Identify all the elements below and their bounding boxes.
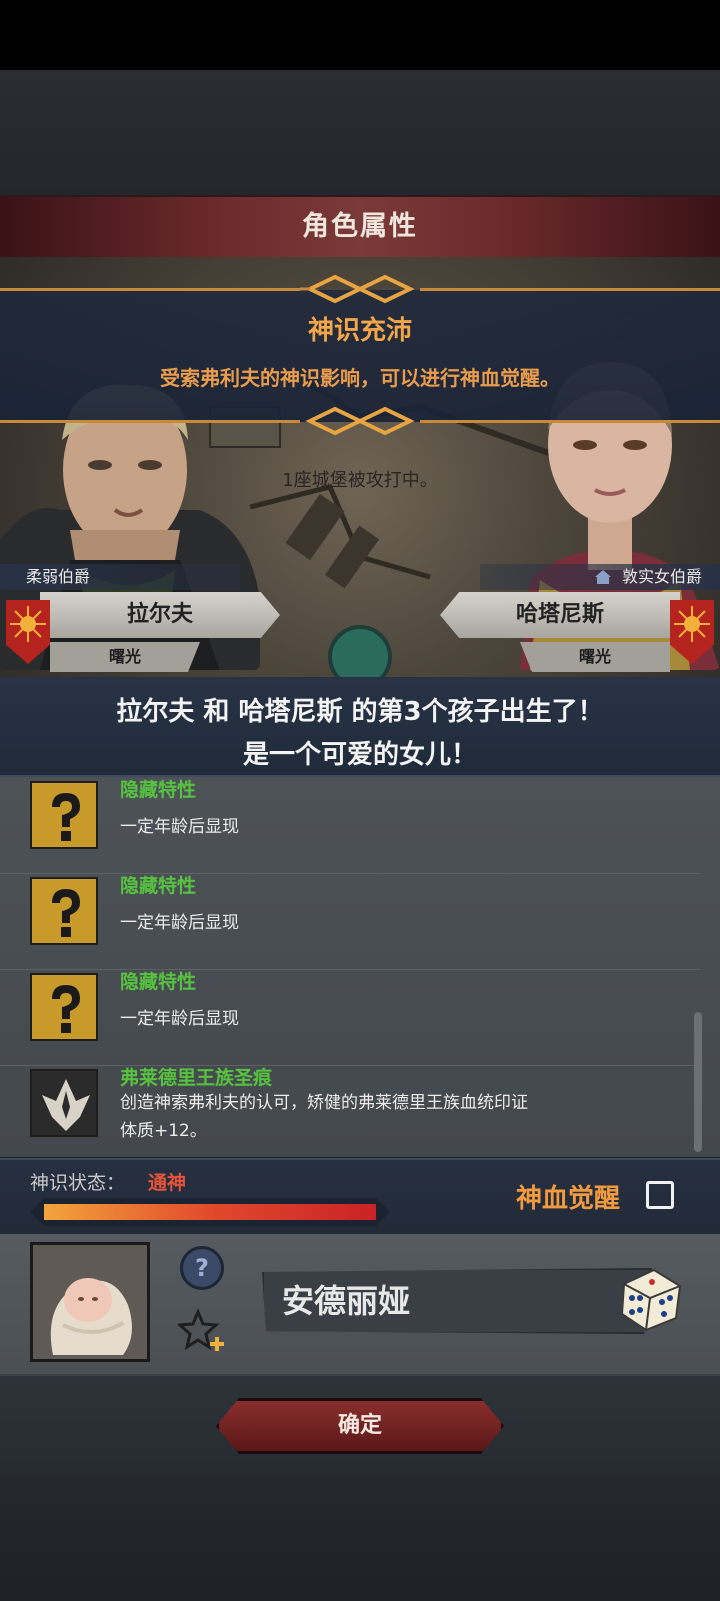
announcement-line-2: 是一个可爱的女儿！ <box>242 740 477 770</box>
status-progress-fill <box>44 1204 376 1220</box>
trait-description: 一定年龄后显现 <box>120 913 239 933</box>
dice-icon[interactable] <box>614 1262 686 1334</box>
question-icon <box>30 973 98 1041</box>
status-bar <box>0 0 720 70</box>
trait-name: 隐藏特性 <box>120 875 197 897</box>
dim-overlay-bottom <box>0 1476 720 1601</box>
father-dynasty-label: 曙光 <box>108 647 141 666</box>
father-dynasty: 曙光 <box>50 642 200 672</box>
awaken-checkbox[interactable] <box>646 1181 674 1209</box>
home-icon <box>595 570 611 584</box>
ornament-line-right <box>420 288 720 291</box>
ornament-line-left-bottom <box>0 420 300 423</box>
trait-name: 弗莱德里王族圣痕 <box>120 1067 273 1089</box>
mother-name: 哈塔尼斯 <box>515 602 604 627</box>
mother-nameplate[interactable]: 哈塔尼斯 <box>440 592 680 638</box>
baby-image <box>33 1245 147 1359</box>
birth-announcement: 拉尔夫 和 哈塔尼斯 的第3个孩子出生了！ 是一个可爱的女儿！ <box>0 677 720 777</box>
trait-row[interactable]: 隐藏特性 一定年龄后显现 <box>0 777 700 874</box>
trait-row[interactable]: 隐藏特性 一定年龄后显现 <box>0 873 700 970</box>
child-name-input[interactable]: 安德丽娅 <box>262 1268 652 1334</box>
mother-title: 敦实女伯爵 <box>621 567 702 586</box>
announcement-line-1: 拉尔夫 和 哈塔尼斯 的第3个孩子出生了！ <box>116 697 604 727</box>
help-button[interactable]: ? <box>180 1246 224 1290</box>
mother-dynasty: 曙光 <box>520 642 670 672</box>
status-label: 神识状态： <box>30 1172 126 1194</box>
father-title: 柔弱伯爵 <box>26 567 91 586</box>
trait-name: 隐藏特性 <box>120 971 197 993</box>
trait-description-line-2: 体质+12。 <box>120 1121 207 1141</box>
father-title-badge: 柔弱伯爵 <box>0 564 240 590</box>
banner-title: 神识充沛 <box>307 316 412 346</box>
ornament-bottom-icon <box>305 406 415 436</box>
awaken-label: 神血觉醒 <box>516 1184 621 1214</box>
confirm-label: 确定 <box>337 1413 382 1438</box>
siege-notice: 1座城堡被攻打中。 <box>282 470 438 491</box>
dialog-title-bar: 角色属性 <box>0 195 720 259</box>
confirm-button[interactable]: 确定 <box>216 1398 504 1454</box>
trait-description: 创造神索弗利夫的认可，矫健的弗莱德里王族血统印证 <box>120 1093 528 1113</box>
ornament-top-icon <box>300 274 415 304</box>
ornament-line-right-bottom <box>420 420 720 423</box>
child-portrait[interactable] <box>30 1242 150 1362</box>
trait-description: 一定年龄后显现 <box>120 1009 239 1029</box>
father-nameplate[interactable]: 拉尔夫 <box>40 592 280 638</box>
trait-list-scrollbar[interactable] <box>694 1012 702 1152</box>
star-add-icon[interactable] <box>178 1308 226 1356</box>
father-name: 拉尔夫 <box>126 602 193 627</box>
banner-description: 受索弗利夫的神识影响，可以进行神血觉醒。 <box>160 366 560 390</box>
trait-name: 隐藏特性 <box>120 779 197 801</box>
question-icon <box>30 877 98 945</box>
trait-row[interactable]: 隐藏特性 一定年龄后显现 <box>0 969 700 1066</box>
status-value: 通神 <box>148 1172 187 1194</box>
trait-description: 一定年龄后显现 <box>120 817 239 837</box>
question-icon <box>30 781 98 849</box>
ornament-line-left <box>0 288 300 291</box>
dim-overlay-top <box>0 70 720 195</box>
trait-list[interactable]: 隐藏特性 一定年龄后显现 隐藏特性 一定年龄后显现 隐藏特性 一定年龄后显现 弗… <box>0 777 720 1157</box>
mother-dynasty-label: 曙光 <box>578 647 611 666</box>
dialog-title: 角色属性 <box>302 211 418 242</box>
trait-row[interactable]: 弗莱德里王族圣痕 创造神索弗利夫的认可，矫健的弗莱德里王族血统印证 体质+12。 <box>0 1065 700 1157</box>
royal-mark-icon <box>30 1069 98 1137</box>
